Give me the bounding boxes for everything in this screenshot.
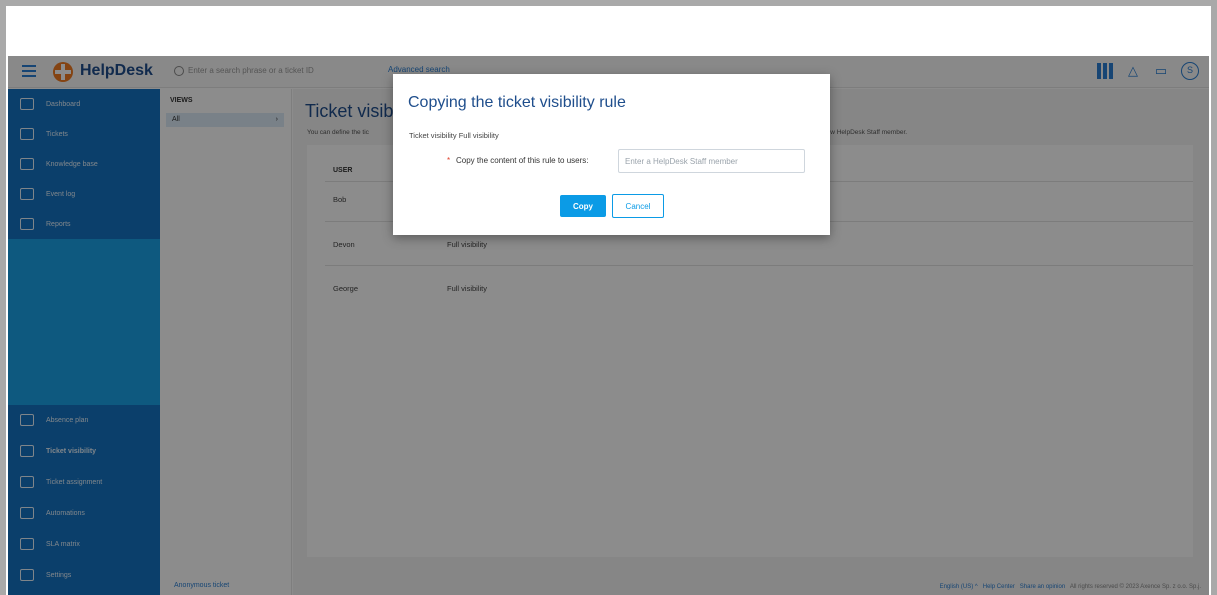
required-marker: * <box>447 156 451 165</box>
dialog-info: Ticket visibility Full visibility <box>409 131 499 140</box>
copy-rule-dialog: Copying the ticket visibility rule Ticke… <box>393 74 830 235</box>
cancel-button[interactable]: Cancel <box>612 194 664 218</box>
copy-to-users-label: Copy the content of this rule to users: <box>456 156 589 165</box>
staff-member-input[interactable] <box>618 149 805 173</box>
copy-button[interactable]: Copy <box>560 195 606 217</box>
dialog-title: Copying the ticket visibility rule <box>408 94 626 111</box>
